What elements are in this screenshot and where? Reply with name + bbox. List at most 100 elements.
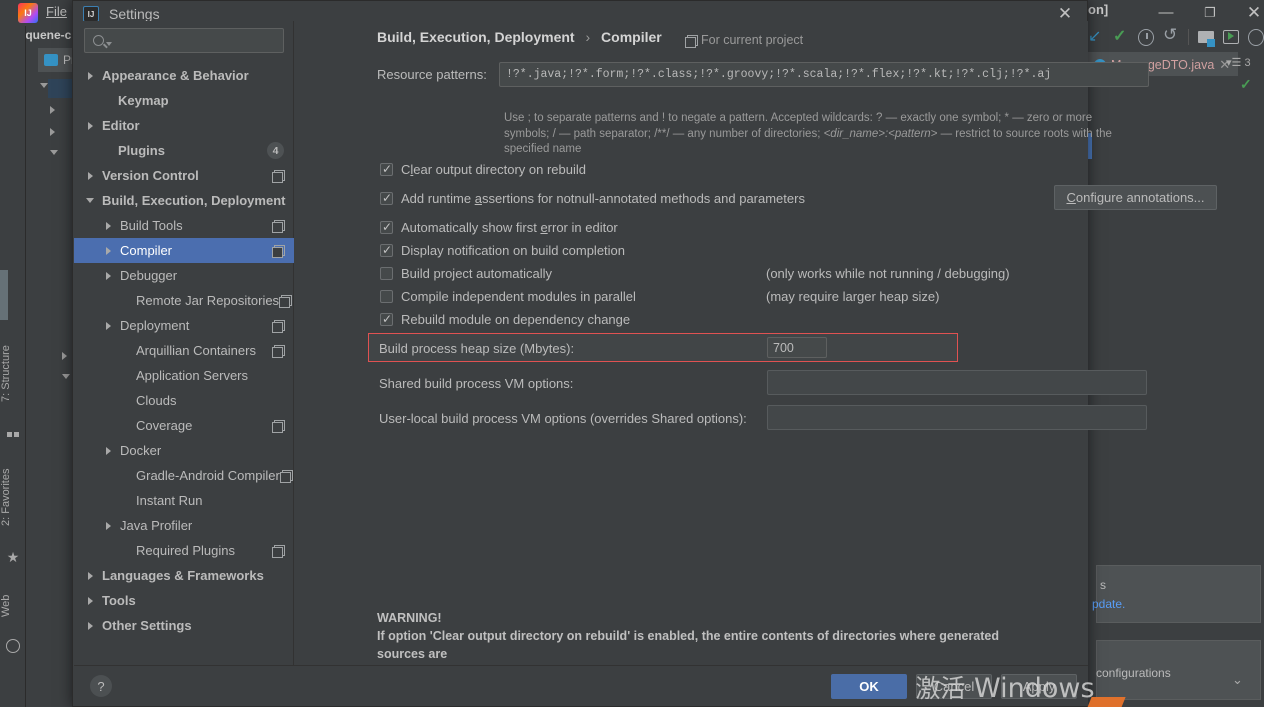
project-tree-row[interactable] xyxy=(62,374,70,379)
heap-size-input[interactable] xyxy=(767,337,827,358)
chevron-right-icon[interactable] xyxy=(84,588,96,613)
plugins-update-badge: 4 xyxy=(267,142,284,159)
sidebar-item-tools[interactable]: Tools xyxy=(74,588,294,613)
chevron-right-icon[interactable] xyxy=(102,263,114,288)
checkbox-clear-output-directory[interactable]: Clear output directory on rebuild xyxy=(380,161,586,177)
commit-icon[interactable] xyxy=(1113,26,1129,46)
checkbox-automatically-show-first-error[interactable]: Automatically show first error in editor xyxy=(380,219,618,235)
checkbox-compile-independent-modules[interactable]: Compile independent modules in parallel xyxy=(380,289,636,304)
revert-icon[interactable] xyxy=(1163,25,1179,46)
project-scope-icon xyxy=(272,245,285,258)
sidebar-item-version-control[interactable]: Version Control xyxy=(74,163,294,188)
chevron-right-icon[interactable] xyxy=(84,163,96,188)
chevron-right-icon[interactable] xyxy=(84,613,96,638)
resource-patterns-input[interactable] xyxy=(499,62,1149,87)
sidebar-item-label: Coverage xyxy=(136,418,193,433)
chevron-down-icon[interactable] xyxy=(84,188,96,213)
settings-tree[interactable]: Appearance & Behavior Keymap Editor Plugins… xyxy=(74,63,294,663)
sidebar-item-required-plugins[interactable]: Required Plugins xyxy=(74,538,294,563)
watermark-text: Windows xyxy=(974,673,1095,704)
notification-link[interactable]: pdate. xyxy=(1092,597,1125,611)
checkbox-rebuild-module-on-dependency-change[interactable]: Rebuild module on dependency change xyxy=(380,311,630,327)
checkbox-box[interactable] xyxy=(380,290,393,303)
sidebar-item-application-servers[interactable]: Application Servers xyxy=(74,363,294,388)
project-tree-row[interactable] xyxy=(62,352,67,360)
chevron-right-icon[interactable] xyxy=(102,238,114,263)
sidebar-item-label: Remote Jar Repositories xyxy=(136,293,280,308)
window-minimize-button[interactable]: — xyxy=(1152,3,1180,23)
checkbox-box[interactable] xyxy=(380,311,393,327)
sidebar-item-instant-run[interactable]: Instant Run xyxy=(74,488,294,513)
breadcrumb-root[interactable]: Build, Execution, Deployment xyxy=(377,29,575,45)
chevron-right-icon[interactable] xyxy=(102,213,114,238)
project-scope-icon xyxy=(272,170,285,183)
checkbox-box[interactable] xyxy=(380,190,393,206)
inspection-ok-icon: ✓ xyxy=(1240,76,1252,92)
userlocal-vm-options-input[interactable] xyxy=(767,405,1147,430)
menu-file[interactable]: File xyxy=(46,4,67,19)
sidebar-item-coverage[interactable]: Coverage xyxy=(74,413,294,438)
chevron-down-icon[interactable]: ⌄ xyxy=(1232,672,1243,688)
sidebar-item-build-execution-deployment[interactable]: Build, Execution, Deployment xyxy=(74,188,294,213)
search-everywhere-icon[interactable] xyxy=(1247,28,1264,46)
chevron-right-icon[interactable] xyxy=(102,313,114,338)
scope-label: For current project xyxy=(701,33,804,47)
project-tree-row[interactable] xyxy=(50,128,55,136)
settings-tree-pane: Appearance & Behavior Keymap Editor Plugins… xyxy=(74,21,294,667)
sidebar-item-appearance-behavior[interactable]: Appearance & Behavior xyxy=(74,63,294,88)
shared-vm-options-input[interactable] xyxy=(767,370,1147,395)
sidebar-item-label: Plugins xyxy=(118,143,165,158)
history-icon[interactable] xyxy=(1137,28,1155,46)
chevron-right-icon[interactable] xyxy=(84,63,96,88)
sidebar-item-remote-jar-repositories[interactable]: Remote Jar Repositories xyxy=(74,288,294,313)
run-icon[interactable] xyxy=(1222,29,1239,46)
warning-title: WARNING! xyxy=(377,611,442,625)
sidebar-item-debugger[interactable]: Debugger xyxy=(74,263,294,288)
checkbox-box[interactable] xyxy=(380,219,393,235)
sidebar-item-plugins[interactable]: Plugins 4 xyxy=(74,138,294,163)
sidebar-item-java-profiler[interactable]: Java Profiler xyxy=(74,513,294,538)
sidebar-item-web[interactable]: Web xyxy=(0,578,26,634)
sidebar-item-languages-frameworks[interactable]: Languages & Frameworks xyxy=(74,563,294,588)
sidebar-item-compiler[interactable]: Compiler xyxy=(74,238,294,263)
sidebar-item-build-tools[interactable]: Build Tools xyxy=(74,213,294,238)
sidebar-item-clouds[interactable]: Clouds xyxy=(74,388,294,413)
help-button[interactable]: ? xyxy=(90,675,112,697)
update-project-icon[interactable] xyxy=(1088,26,1104,46)
window-close-button[interactable]: ✕ xyxy=(1240,3,1264,23)
project-tree-selected-row[interactable] xyxy=(48,79,74,98)
checkbox-box[interactable] xyxy=(380,242,393,258)
sidebar-item-gradle-android-compiler[interactable]: Gradle-Android Compiler xyxy=(74,463,294,488)
chevron-right-icon[interactable] xyxy=(84,563,96,588)
checkbox-box[interactable] xyxy=(380,267,393,280)
sidebar-item-arquillian-containers[interactable]: Arquillian Containers xyxy=(74,338,294,363)
ok-button[interactable]: OK xyxy=(831,674,907,699)
project-tree-row[interactable] xyxy=(50,106,55,114)
scrollbar-thumb[interactable] xyxy=(0,270,8,320)
settings-search-box[interactable] xyxy=(84,28,284,53)
project-scope-icon xyxy=(272,545,285,558)
sidebar-item-editor[interactable]: Editor xyxy=(74,113,294,138)
chevron-right-icon[interactable] xyxy=(102,438,114,463)
module-settings-icon[interactable] xyxy=(1197,29,1214,46)
sidebar-item-structure[interactable]: 7: Structure xyxy=(0,326,26,422)
help-line-2c: — restrict to source roots with the xyxy=(937,127,1112,140)
scope-indicator: For current project xyxy=(685,33,804,48)
window-maximize-button[interactable]: ❐ xyxy=(1196,3,1224,23)
search-input[interactable] xyxy=(112,33,272,48)
sidebar-item-keymap[interactable]: Keymap xyxy=(74,88,294,113)
checkbox-add-runtime-assertions[interactable]: Add runtime assertions for notnull-annot… xyxy=(380,190,805,206)
sidebar-item-deployment[interactable]: Deployment xyxy=(74,313,294,338)
checkbox-box[interactable] xyxy=(380,161,393,177)
chevron-right-icon[interactable] xyxy=(102,513,114,538)
configure-annotations-button[interactable]: Configure annotations... xyxy=(1054,185,1217,210)
sidebar-item-label: Application Servers xyxy=(136,368,248,383)
checkbox-build-project-automatically[interactable]: Build project automatically xyxy=(380,266,552,281)
sidebar-item-other-settings[interactable]: Other Settings xyxy=(74,613,294,638)
project-tree-row[interactable] xyxy=(50,150,58,155)
chevron-right-icon[interactable] xyxy=(84,113,96,138)
sidebar-item-favorites[interactable]: 2: Favorites xyxy=(0,450,26,545)
sidebar-item-docker[interactable]: Docker xyxy=(74,438,294,463)
checkbox-display-notification[interactable]: Display notification on build completion xyxy=(380,242,625,258)
